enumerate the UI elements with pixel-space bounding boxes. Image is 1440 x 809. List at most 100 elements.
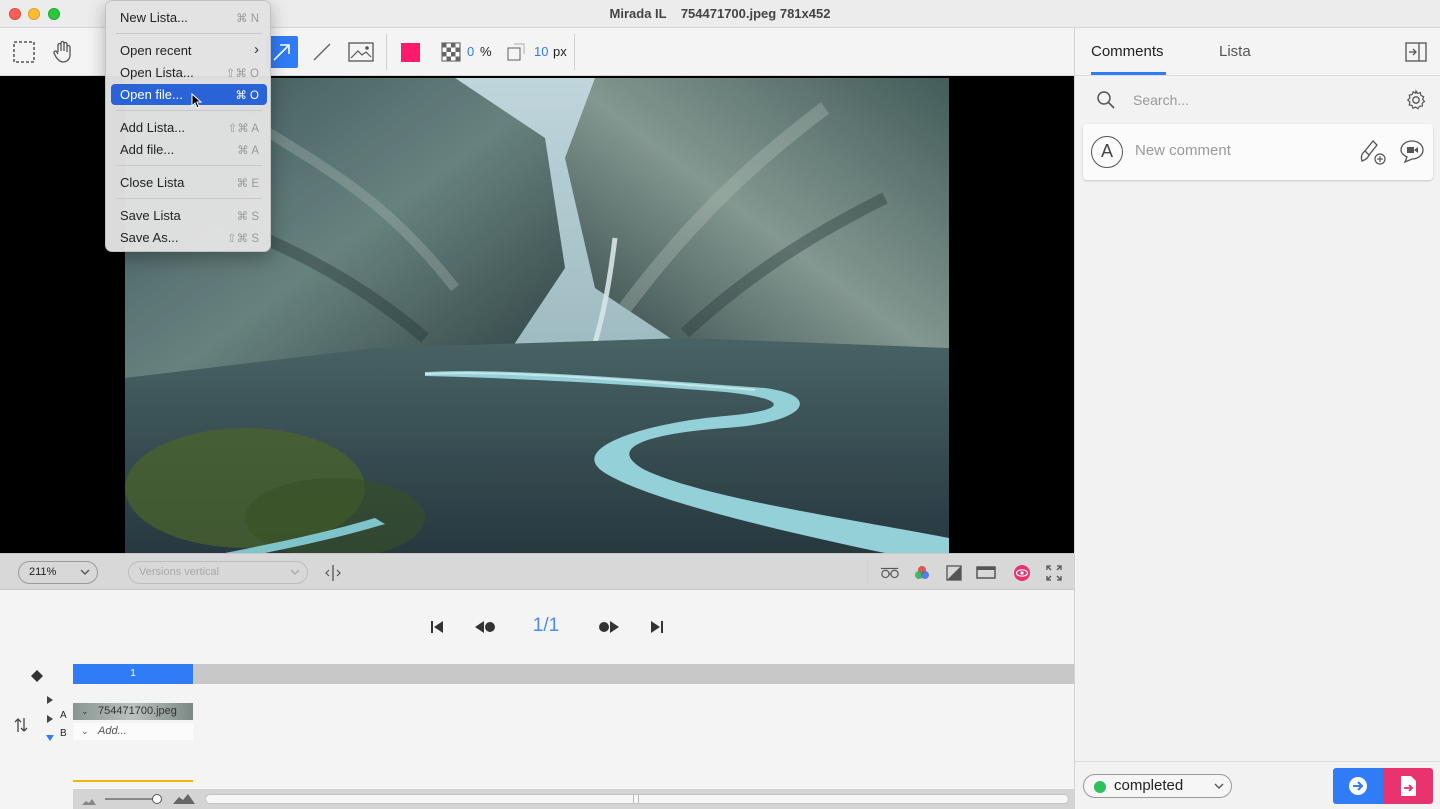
scrollbar-grip[interactable] bbox=[633, 795, 639, 803]
avatar: A bbox=[1091, 136, 1123, 168]
exposure-button[interactable] bbox=[944, 563, 964, 583]
stroke-width-unit: px bbox=[553, 44, 567, 59]
annotate-button[interactable] bbox=[1359, 138, 1387, 169]
line-icon bbox=[313, 43, 331, 61]
monitor-icon bbox=[976, 566, 996, 579]
stroke-width-value[interactable]: 10 bbox=[534, 44, 548, 59]
tab-lista[interactable]: Lista bbox=[1219, 43, 1251, 60]
menu-item-open-file[interactable]: Open file... ⌘ O bbox=[111, 84, 267, 109]
line-tool[interactable] bbox=[306, 36, 338, 68]
tab-comments[interactable]: Comments bbox=[1091, 43, 1164, 60]
exposure-icon bbox=[946, 565, 962, 581]
timeline-scrollbar[interactable] bbox=[205, 794, 1069, 804]
search-row bbox=[1075, 80, 1440, 120]
menu-separator bbox=[116, 33, 262, 34]
image-icon bbox=[348, 42, 374, 62]
timeline-ruler[interactable]: 1 bbox=[73, 664, 1074, 684]
menu-item-save-as[interactable]: Save As... ⇧⌘ S bbox=[111, 227, 267, 248]
timeline-zoom-slider[interactable] bbox=[152, 794, 162, 804]
timeline-frame-marker[interactable]: 1 bbox=[73, 664, 193, 684]
eye-icon bbox=[1014, 565, 1030, 581]
menu-item-open-recent[interactable]: Open recent › bbox=[111, 40, 267, 61]
marquee-select-tool[interactable] bbox=[8, 36, 40, 68]
arrow-right-circle-icon bbox=[1349, 777, 1367, 795]
previous-frame-button[interactable] bbox=[474, 616, 498, 638]
zoom-in-icon[interactable] bbox=[172, 792, 196, 808]
send-button[interactable] bbox=[1333, 768, 1383, 804]
transport-controls: 1/1 bbox=[0, 590, 1074, 662]
collapse-panel-button[interactable] bbox=[1405, 42, 1427, 65]
panel-collapse-icon bbox=[1405, 42, 1427, 62]
go-to-start-button[interactable] bbox=[425, 616, 449, 638]
fullscreen-icon bbox=[1046, 565, 1062, 581]
timeline-zoom-track[interactable] bbox=[105, 798, 155, 800]
comment-input[interactable]: New comment bbox=[1135, 142, 1345, 159]
color-channels-button[interactable] bbox=[912, 563, 932, 583]
color-swatch[interactable] bbox=[394, 36, 426, 68]
swap-tracks-button[interactable] bbox=[13, 716, 29, 737]
image-tool[interactable] bbox=[345, 36, 377, 68]
display-mode-button[interactable] bbox=[976, 563, 996, 583]
app-window: Mirada IL 754471700.jpeg 781x452 0 % 10 … bbox=[0, 0, 1440, 809]
split-view-button[interactable] bbox=[323, 563, 343, 583]
menu-item-add-lista[interactable]: Add Lista... ⇧⌘ A bbox=[111, 117, 267, 138]
timeline: 1 A B ⌄ 754471700.jpeg ⌄ Add... bbox=[0, 662, 1074, 809]
video-bubble-icon bbox=[1400, 140, 1424, 164]
search-icon bbox=[1096, 90, 1116, 113]
step-forward-icon bbox=[599, 621, 619, 633]
track-a-label: A bbox=[60, 710, 67, 721]
keyframe-marker[interactable] bbox=[31, 670, 43, 685]
export-button[interactable] bbox=[1383, 768, 1433, 804]
hand-icon bbox=[53, 40, 71, 63]
stereo-view-button[interactable] bbox=[880, 563, 900, 583]
status-select[interactable]: completed bbox=[1083, 774, 1232, 798]
opacity-unit: % bbox=[480, 44, 492, 59]
clip-name: 754471700.jpeg bbox=[98, 705, 177, 717]
expand-track-b-toggle[interactable] bbox=[46, 730, 54, 745]
layout-mode-select[interactable]: Versions vertical bbox=[128, 561, 308, 584]
zoom-out-icon[interactable] bbox=[81, 794, 97, 809]
opacity-value[interactable]: 0 bbox=[467, 44, 474, 59]
add-clip-label: Add... bbox=[98, 725, 127, 737]
clip-track-a[interactable]: ⌄ 754471700.jpeg bbox=[73, 703, 193, 720]
stroke-width-icon bbox=[507, 43, 525, 61]
panel-tabs: Comments Lista bbox=[1075, 28, 1440, 76]
menu-item-new-lista[interactable]: New Lista... ⌘ N bbox=[111, 7, 267, 28]
new-comment-box[interactable]: A New comment bbox=[1083, 124, 1433, 180]
expand-track-a-toggle[interactable] bbox=[46, 711, 54, 726]
go-to-end-button[interactable] bbox=[645, 616, 669, 638]
status-value: completed bbox=[1114, 777, 1184, 794]
menu-item-close-lista[interactable]: Close Lista ⌘ E bbox=[111, 172, 267, 193]
track-b-label: B bbox=[60, 728, 67, 739]
diamond-icon bbox=[31, 670, 43, 682]
menu-item-add-file[interactable]: Add file... ⌘ A bbox=[111, 139, 267, 160]
video-comment-button[interactable] bbox=[1399, 138, 1425, 167]
menu-item-save-lista[interactable]: Save Lista ⌘ S bbox=[111, 205, 267, 226]
swap-arrows-icon bbox=[14, 718, 28, 732]
hand-tool[interactable] bbox=[47, 36, 79, 68]
file-menu: New Lista... ⌘ N Open recent › Open List… bbox=[105, 0, 271, 252]
settings-button[interactable] bbox=[1405, 89, 1427, 114]
active-tab-indicator bbox=[1091, 72, 1166, 75]
playhead-range bbox=[73, 780, 193, 782]
search-input[interactable] bbox=[1133, 88, 1383, 112]
chevron-right-icon: › bbox=[254, 41, 259, 58]
zoom-value: 211% bbox=[29, 566, 57, 578]
stroke-width-tool[interactable] bbox=[500, 36, 532, 68]
checker-icon bbox=[441, 42, 461, 62]
next-frame-button[interactable] bbox=[596, 616, 620, 638]
layout-mode-value: Versions vertical bbox=[139, 566, 220, 578]
viewer-bar: 211% Versions vertical bbox=[0, 553, 1074, 590]
step-back-icon bbox=[475, 621, 495, 633]
chevron-down-icon bbox=[1213, 778, 1225, 800]
zoom-select[interactable]: 211% bbox=[18, 561, 98, 584]
clip-track-b-add[interactable]: ⌄ Add... bbox=[73, 723, 193, 740]
timeline-footer bbox=[73, 789, 1074, 809]
expand-track-toggle[interactable] bbox=[46, 692, 54, 707]
comments-panel: Comments Lista A New comment bbox=[1074, 28, 1440, 809]
opacity-tool[interactable] bbox=[435, 36, 467, 68]
viewer-separator bbox=[867, 560, 868, 584]
menu-item-open-lista[interactable]: Open Lista... ⇧⌘ O bbox=[111, 62, 267, 83]
fullscreen-button[interactable] bbox=[1044, 563, 1064, 583]
visibility-toggle[interactable] bbox=[1012, 563, 1032, 583]
